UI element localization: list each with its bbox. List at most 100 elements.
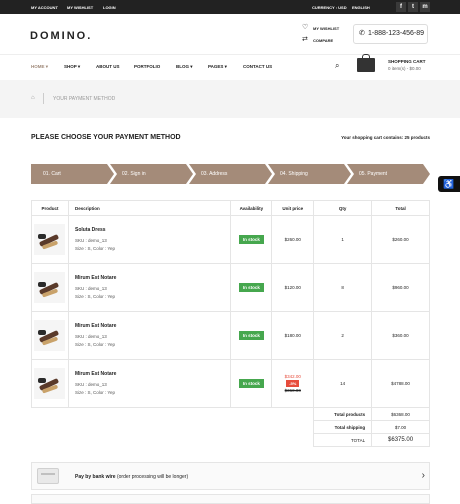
row-total: $960.00 bbox=[371, 263, 430, 312]
breadcrumb-separator bbox=[43, 93, 44, 104]
product-sku: SKU : demo_13 bbox=[74, 381, 107, 387]
login-link[interactable]: LOGIN bbox=[103, 5, 116, 10]
nav-shop-label: SHOP bbox=[64, 64, 77, 69]
nav-divider bbox=[0, 54, 460, 55]
site-logo[interactable]: DOMINO. bbox=[30, 30, 92, 42]
nav-home[interactable]: HOME ▾ bbox=[31, 64, 48, 70]
language-select[interactable]: ENGLISH bbox=[352, 5, 370, 10]
compare-link[interactable]: COMPARE bbox=[313, 38, 333, 43]
search-icon[interactable]: ⌕ bbox=[335, 62, 339, 70]
product-thumbnail[interactable] bbox=[34, 272, 66, 303]
nav-pages-label: PAGES bbox=[208, 64, 224, 69]
nav-shop[interactable]: SHOP ▾ bbox=[64, 64, 80, 70]
stock-badge: In stock bbox=[238, 283, 264, 292]
product-image-cell bbox=[31, 263, 69, 312]
home-icon[interactable]: ⌂ bbox=[31, 95, 35, 101]
unit-price: $180.00 bbox=[271, 311, 315, 360]
phone-icon: ✆ bbox=[359, 30, 365, 37]
discount-badge: -5% bbox=[286, 380, 300, 387]
step-arrow bbox=[186, 164, 193, 184]
table-row: Mirum Est Notare SKU : demo_13 Size : S, C… bbox=[31, 359, 430, 408]
nav-about[interactable]: ABOUT US bbox=[96, 64, 120, 69]
total-shipping-label: Total shipping bbox=[313, 420, 373, 434]
nav-blog[interactable]: BLOG ▾ bbox=[176, 64, 193, 70]
payment-option-bank-wire[interactable]: Pay by bank wire (order processing will … bbox=[31, 462, 430, 490]
step-payment[interactable]: 05. Payment bbox=[347, 164, 430, 184]
chevron-right-icon: › bbox=[421, 470, 425, 481]
nav-contact[interactable]: CONTACT US bbox=[243, 64, 272, 69]
currency-select[interactable]: CURRENCY : USD bbox=[312, 5, 347, 10]
col-product: Product bbox=[31, 200, 69, 216]
payment-option-next[interactable] bbox=[31, 494, 430, 504]
phone-number: 1-888-123-456-89 bbox=[368, 30, 425, 37]
unit-price: $120.00 bbox=[271, 263, 315, 312]
table-header-row: Product Description Availability Unit pr… bbox=[31, 200, 430, 216]
facebook-icon[interactable]: f bbox=[396, 2, 406, 12]
step-sign-in[interactable]: 02. Sign in bbox=[110, 164, 193, 184]
product-thumbnail[interactable] bbox=[34, 320, 66, 351]
total-products-value: $6368.00 bbox=[371, 407, 430, 421]
row-total: $260.00 bbox=[371, 215, 430, 264]
sale-price: $342.00 bbox=[284, 374, 301, 379]
step-arrow bbox=[344, 164, 351, 184]
cart-bag-icon[interactable] bbox=[357, 54, 375, 72]
availability-cell: In stock bbox=[230, 263, 273, 312]
table-row: Mirum Est Notare SKU : demo_13 Size : S, C… bbox=[31, 311, 430, 360]
product-sku: SKU : demo_13 bbox=[74, 333, 107, 339]
nav-blog-label: BLOG bbox=[176, 64, 189, 69]
row-total: $4788.00 bbox=[371, 359, 430, 408]
twitter-icon[interactable]: t bbox=[408, 2, 418, 12]
stock-badge: In stock bbox=[238, 379, 264, 388]
old-price: $360.00 bbox=[284, 388, 301, 393]
product-name[interactable]: Mirum Est Notare bbox=[75, 275, 230, 281]
table-row: Mirum Est Notare SKU : demo_13 Size : S, C… bbox=[31, 263, 430, 312]
product-sku: SKU : demo_13 bbox=[74, 285, 107, 291]
my-wishlist-link[interactable]: MY WISHLIST bbox=[67, 5, 93, 10]
step-address-label: 03. Address bbox=[201, 171, 228, 177]
description-cell: Mirum Est Notare SKU : demo_13 Size : S, C… bbox=[67, 359, 232, 408]
availability-cell: In stock bbox=[230, 311, 273, 360]
payment-option-note: (order processing will be longer) bbox=[115, 474, 189, 480]
total-products-row: Total products $6368.00 bbox=[32, 407, 430, 421]
product-thumbnail[interactable] bbox=[34, 224, 66, 255]
step-arrow bbox=[423, 164, 430, 184]
unit-price-cell: $342.00 -5% $360.00 bbox=[271, 359, 315, 408]
grand-total-row: TOTAL $6375.00 bbox=[32, 433, 430, 447]
quantity: 1 bbox=[313, 215, 373, 264]
step-address[interactable]: 03. Address bbox=[189, 164, 272, 184]
col-total: Total bbox=[371, 200, 430, 216]
step-cart[interactable]: 01. Cart bbox=[31, 164, 114, 184]
quantity: 14 bbox=[313, 359, 373, 408]
my-account-link[interactable]: MY ACCOUNT bbox=[31, 5, 58, 10]
step-arrow bbox=[265, 164, 272, 184]
page-title: PLEASE CHOOSE YOUR PAYMENT METHOD bbox=[31, 134, 181, 141]
total-shipping-row: Total shipping $7.00 bbox=[32, 420, 430, 434]
accessibility-icon[interactable]: ♿ bbox=[438, 176, 460, 192]
product-name[interactable]: Mirum Est Notare bbox=[75, 323, 230, 329]
col-unit-price: Unit price bbox=[271, 200, 315, 216]
product-image-cell bbox=[31, 359, 69, 408]
wishlist-link[interactable]: MY WISHLIST bbox=[313, 26, 339, 31]
step-payment-label: 05. Payment bbox=[359, 171, 388, 177]
cart-info[interactable]: 0 item(s) - $0.00 bbox=[388, 66, 421, 71]
cart-title[interactable]: SHOPPING CART bbox=[388, 59, 426, 64]
product-attributes: Size : S, Color : Yep bbox=[74, 293, 116, 299]
total-products-label: Total products bbox=[313, 407, 373, 421]
step-shipping[interactable]: 04. Shipping bbox=[268, 164, 351, 184]
product-thumbnail[interactable] bbox=[34, 368, 66, 399]
quantity: 2 bbox=[313, 311, 373, 360]
unit-price: $260.00 bbox=[271, 215, 315, 264]
table-row: Soluta Dress SKU : demo_13 Size : S, Color… bbox=[31, 215, 430, 264]
product-name[interactable]: Soluta Dress bbox=[75, 227, 230, 233]
nav-pages[interactable]: PAGES ▾ bbox=[208, 64, 227, 70]
breadcrumb-current: YOUR PAYMENT METHOD bbox=[53, 96, 116, 102]
stock-badge: In stock bbox=[238, 235, 264, 244]
description-cell: Soluta Dress SKU : demo_13 Size : S, Color… bbox=[67, 215, 232, 264]
grand-total-value: $6375.00 bbox=[371, 433, 430, 447]
availability-cell: In stock bbox=[230, 359, 273, 408]
mail-icon[interactable]: m bbox=[420, 2, 430, 12]
step-shipping-label: 04. Shipping bbox=[280, 171, 308, 177]
product-name[interactable]: Mirum Est Notare bbox=[75, 371, 230, 377]
nav-portfolio[interactable]: PORTFOLIO bbox=[134, 64, 160, 69]
product-image-cell bbox=[31, 215, 69, 264]
